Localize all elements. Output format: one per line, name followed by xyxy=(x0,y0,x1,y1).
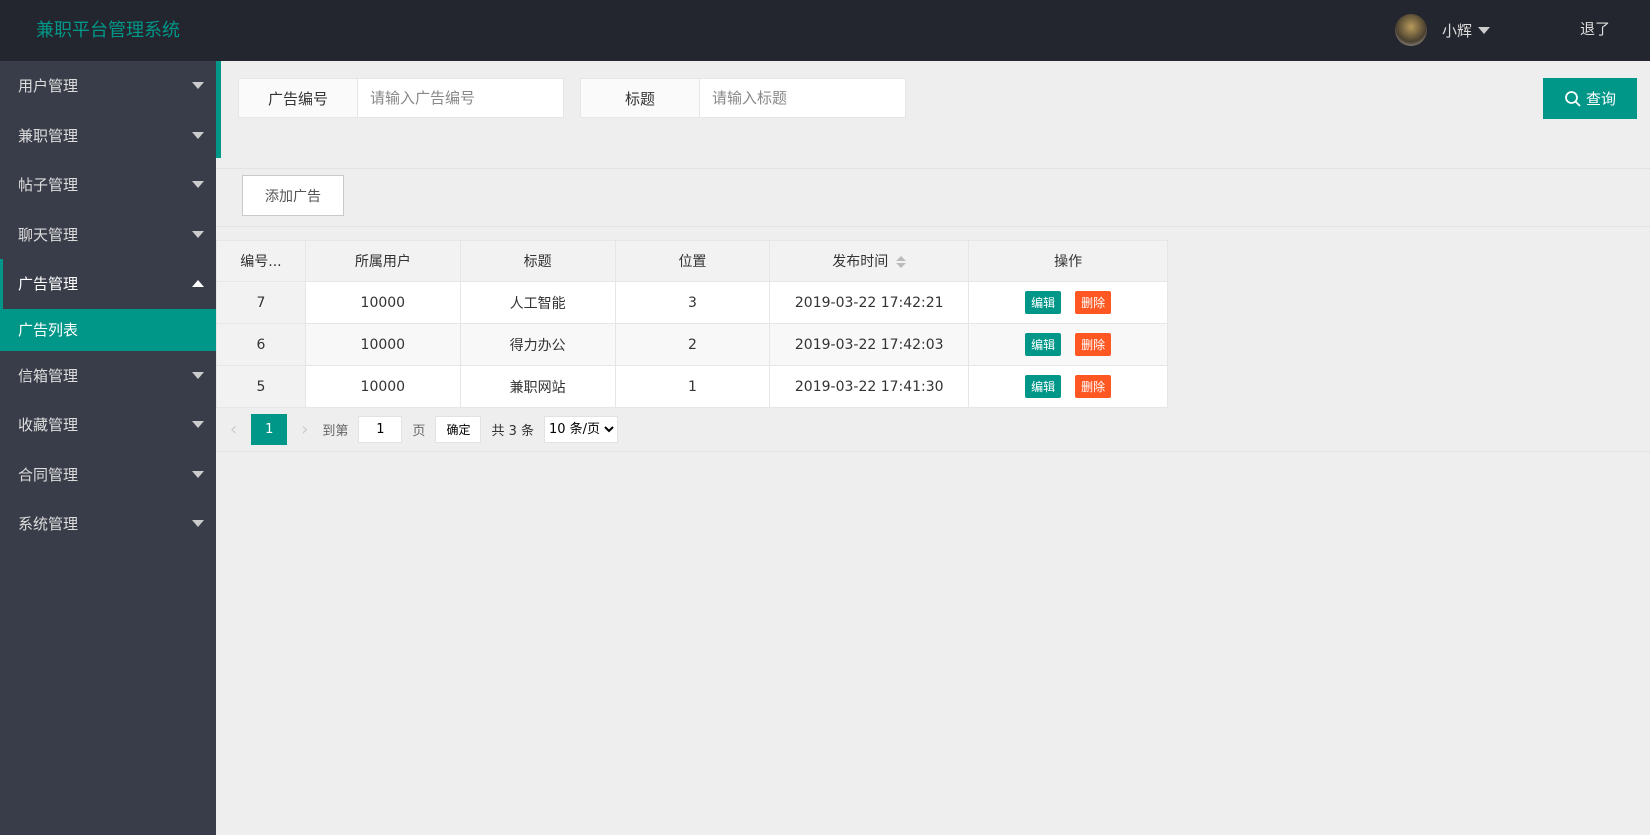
cell-actions: 编辑 删除 xyxy=(968,281,1168,324)
chevron-down-icon xyxy=(192,131,204,139)
label: 系统管理 xyxy=(18,515,79,534)
cell-time: 2019-03-22 17:42:03 xyxy=(769,323,970,366)
label: 帖子管理 xyxy=(18,176,79,195)
table-row: 5 10000 兼职网站 1 2019-03-22 17:41:30 编辑 删除 xyxy=(216,365,1168,408)
label: 信箱管理 xyxy=(18,366,79,385)
accent-bar xyxy=(216,61,221,158)
cell-time: 2019-03-22 17:42:21 xyxy=(769,281,970,324)
chevron-down-icon xyxy=(192,230,204,238)
page-unit: 页 xyxy=(412,423,426,439)
sidebar-item-contract[interactable]: 合同管理 xyxy=(0,450,216,500)
edit-button[interactable]: 编辑 xyxy=(1025,333,1062,356)
cell-user: 10000 xyxy=(304,365,461,408)
cell-id: 7 xyxy=(216,281,306,324)
label: 合同管理 xyxy=(18,465,79,484)
total-count: 共 3 条 xyxy=(491,423,534,439)
top-header: 兼职平台管理系统 小辉 退了 xyxy=(0,0,1650,61)
cell-title: 兼职网站 xyxy=(459,365,616,408)
pagination: ‹ 1 › 到第 页 确定 共 3 条 10 条/页 xyxy=(216,407,1650,452)
edit-button[interactable]: 编辑 xyxy=(1025,291,1062,314)
chevron-down-icon xyxy=(192,371,204,379)
ad-id-field: 广告编号 xyxy=(238,78,564,118)
cell-time: 2019-03-22 17:41:30 xyxy=(769,365,970,408)
chevron-down-icon xyxy=(192,470,204,478)
col-title: 标题 xyxy=(459,240,616,282)
query-button[interactable]: 查询 xyxy=(1543,78,1637,119)
delete-button[interactable]: 删除 xyxy=(1075,333,1112,356)
table-row: 7 10000 人工智能 3 2019-03-22 17:42:21 编辑 删除 xyxy=(216,281,1168,324)
col-time-label: 发布时间 xyxy=(832,254,889,270)
cell-user: 10000 xyxy=(304,281,461,324)
cell-title: 得力办公 xyxy=(459,323,616,366)
table-row: 6 10000 得力办公 2 2019-03-22 17:42:03 编辑 删除 xyxy=(216,323,1168,366)
cell-user: 10000 xyxy=(304,323,461,366)
edit-button[interactable]: 编辑 xyxy=(1025,375,1062,398)
cell-position: 1 xyxy=(614,365,771,408)
sidebar-item-ad[interactable]: 广告管理 xyxy=(0,259,216,309)
logout-link[interactable]: 退了 xyxy=(1580,18,1610,39)
title-label: 标题 xyxy=(581,79,700,117)
chevron-up-icon xyxy=(192,280,204,288)
label: 用户管理 xyxy=(18,77,79,96)
sort-icon[interactable] xyxy=(896,256,907,268)
app-title: 兼职平台管理系统 xyxy=(36,20,180,41)
cell-actions: 编辑 删除 xyxy=(968,323,1168,366)
page-input[interactable] xyxy=(358,415,403,443)
chevron-down-icon xyxy=(192,181,204,189)
label: 广告管理 xyxy=(18,275,79,294)
add-ad-button[interactable]: 添加广告 xyxy=(242,175,344,216)
sidebar-item-job[interactable]: 兼职管理 xyxy=(0,111,216,161)
chevron-down-icon xyxy=(192,421,204,429)
chevron-down-icon xyxy=(192,82,204,90)
divider xyxy=(216,168,1650,169)
cell-position: 3 xyxy=(614,281,771,324)
sidebar: 用户管理 兼职管理 帖子管理 聊天管理 广告管理 广告列表 信箱管理 收藏管理 … xyxy=(0,61,216,835)
label: 兼职管理 xyxy=(18,126,79,145)
sidebar-item-user[interactable]: 用户管理 xyxy=(0,61,216,111)
delete-button[interactable]: 删除 xyxy=(1075,375,1112,398)
confirm-page-button[interactable]: 确定 xyxy=(435,415,482,443)
cell-actions: 编辑 删除 xyxy=(968,365,1168,408)
sidebar-subitem-ad-list[interactable]: 广告列表 xyxy=(0,308,216,351)
search-icon xyxy=(1565,90,1581,107)
username[interactable]: 小辉 xyxy=(1442,20,1472,41)
goto-label: 到第 xyxy=(322,423,349,439)
title-input[interactable] xyxy=(700,79,905,117)
sidebar-item-system[interactable]: 系统管理 xyxy=(0,499,216,549)
title-field: 标题 xyxy=(580,78,906,118)
col-user: 所属用户 xyxy=(304,240,461,282)
page-size-select[interactable]: 10 条/页 xyxy=(544,415,618,443)
ad-table: 编号... 所属用户 标题 位置 发布时间 操作 7 10000 人工智能 3 2019… xyxy=(216,240,1168,408)
cell-position: 2 xyxy=(614,323,771,366)
sidebar-item-post[interactable]: 帖子管理 xyxy=(0,160,216,210)
delete-button[interactable]: 删除 xyxy=(1075,291,1112,314)
col-position: 位置 xyxy=(614,240,771,282)
query-label: 查询 xyxy=(1585,91,1616,108)
label: 聊天管理 xyxy=(18,225,79,244)
prev-page-icon[interactable]: ‹ xyxy=(230,419,237,440)
col-actions: 操作 xyxy=(968,240,1168,282)
divider xyxy=(216,226,1650,227)
next-page-icon[interactable]: › xyxy=(301,419,308,440)
cell-id: 5 xyxy=(216,365,306,408)
page-1[interactable]: 1 xyxy=(251,413,288,445)
cell-id: 6 xyxy=(216,323,306,366)
chevron-down-icon xyxy=(1478,26,1490,34)
sidebar-item-chat[interactable]: 聊天管理 xyxy=(0,210,216,260)
label: 收藏管理 xyxy=(18,416,79,435)
col-id[interactable]: 编号... xyxy=(216,240,306,282)
cell-title: 人工智能 xyxy=(459,281,616,324)
ad-id-label: 广告编号 xyxy=(239,79,358,117)
col-time[interactable]: 发布时间 xyxy=(769,240,970,282)
chevron-down-icon xyxy=(192,520,204,528)
sidebar-item-favorites[interactable]: 收藏管理 xyxy=(0,400,216,450)
user-menu[interactable]: 小辉 xyxy=(1394,14,1490,46)
sidebar-item-mailbox[interactable]: 信箱管理 xyxy=(0,351,216,401)
ad-id-input[interactable] xyxy=(358,79,563,117)
avatar[interactable] xyxy=(1394,14,1427,46)
